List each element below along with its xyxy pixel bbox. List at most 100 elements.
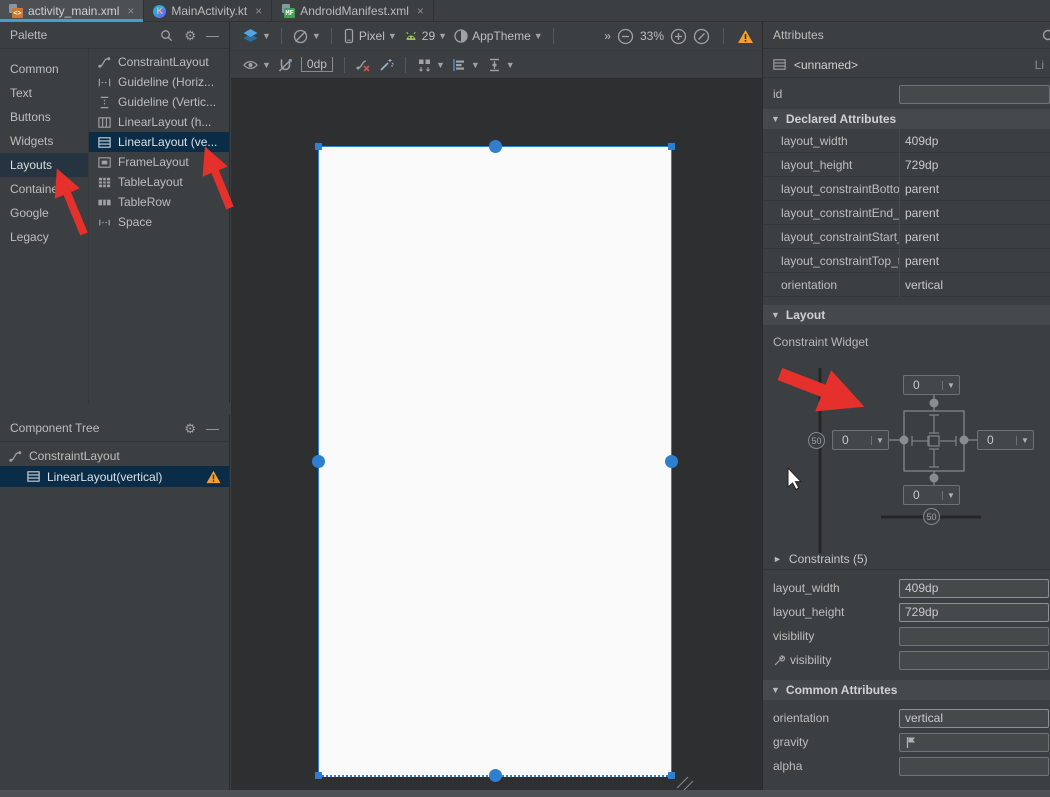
align-selector[interactable]: ▼ xyxy=(448,57,483,73)
resize-handle-bottom-right[interactable] xyxy=(668,772,675,779)
palette-item-tablerow[interactable]: TableRow xyxy=(89,192,229,212)
alpha-input[interactable] xyxy=(899,757,1049,776)
section-constraints[interactable]: ► Constraints (5) xyxy=(763,548,1050,570)
table-row[interactable]: layout_width409dp xyxy=(763,129,1050,153)
guidelines-selector[interactable]: ▼ xyxy=(483,57,518,73)
component-tree-panel: Component Tree ⚙ — ConstraintLayout Line… xyxy=(0,415,230,790)
section-expand-icon[interactable]: ► xyxy=(773,554,782,564)
zoom-in-icon[interactable] xyxy=(670,28,687,45)
category-text[interactable]: Text xyxy=(0,81,88,105)
gear-icon[interactable]: ⚙ xyxy=(184,422,196,435)
category-google[interactable]: Google xyxy=(0,201,88,225)
canvas-resize-corner-icon[interactable] xyxy=(675,775,695,791)
horizontal-bias-slider[interactable]: 50 xyxy=(923,508,940,525)
warnings-panel-icon[interactable] xyxy=(737,29,754,44)
gravity-input[interactable] xyxy=(899,733,1049,752)
table-row[interactable]: layout_constraintStart_parent xyxy=(763,225,1050,249)
close-tab-icon[interactable]: × xyxy=(255,4,262,18)
table-row[interactable]: layout_constraintEnd_tparent xyxy=(763,201,1050,225)
category-buttons[interactable]: Buttons xyxy=(0,105,88,129)
toolbar-overflow-icon[interactable]: » xyxy=(604,29,611,43)
section-declared-attributes[interactable]: ▼ Declared Attributes xyxy=(763,109,1050,129)
tab-activity-main-xml[interactable]: <> activity_main.xml × xyxy=(0,0,144,22)
constraint-anchor-bottom[interactable] xyxy=(489,769,502,782)
search-icon[interactable] xyxy=(159,28,174,43)
autoconnect-toggle[interactable] xyxy=(274,57,297,73)
margin-right-dropdown[interactable]: 0 ▼ xyxy=(977,430,1034,450)
palette-item-guideline-vertical[interactable]: Guideline (Vertic... xyxy=(89,92,229,112)
resize-handle-bottom-left[interactable] xyxy=(315,772,322,779)
section-expand-icon[interactable]: ▼ xyxy=(771,310,780,320)
phone-icon xyxy=(342,28,356,44)
default-margin-control[interactable]: 0dp xyxy=(301,57,333,72)
palette-item-tablelayout[interactable]: TableLayout xyxy=(89,172,229,192)
resize-handle-top-left[interactable] xyxy=(315,143,322,150)
chevron-down-icon[interactable]: ▼ xyxy=(942,491,959,500)
palette-item-guideline-horizontal[interactable]: Guideline (Horiz... xyxy=(89,72,229,92)
clear-constraints-button[interactable] xyxy=(352,57,375,73)
orientation-selector[interactable]: ▼ xyxy=(289,28,324,45)
visibility-input[interactable] xyxy=(899,627,1049,646)
category-widgets[interactable]: Widgets xyxy=(0,129,88,153)
design-mode-selector[interactable]: ▼ xyxy=(239,28,274,44)
table-row[interactable]: layout_constraintBottoparent xyxy=(763,177,1050,201)
category-containers[interactable]: Containers xyxy=(0,177,88,201)
margin-top-dropdown[interactable]: 0 ▼ xyxy=(903,375,960,395)
chevron-down-icon[interactable]: ▼ xyxy=(942,381,959,390)
tools-visibility-input[interactable] xyxy=(899,651,1049,670)
design-canvas-screen[interactable] xyxy=(318,146,672,777)
palette-item-constraintlayout[interactable]: ConstraintLayout xyxy=(89,52,229,72)
constraintlayout-icon xyxy=(97,55,112,70)
flag-icon[interactable] xyxy=(905,736,917,749)
orientation-input[interactable]: vertical xyxy=(899,709,1049,728)
table-row[interactable]: layout_constraintTop_tparent xyxy=(763,249,1050,273)
theme-label: AppTheme xyxy=(472,29,531,43)
resize-handle-top-right[interactable] xyxy=(668,143,675,150)
layout-width-input[interactable]: 409dp xyxy=(899,579,1049,598)
palette-item-linearlayout-vertical[interactable]: LinearLayout (ve... xyxy=(89,132,229,152)
search-icon[interactable] xyxy=(1041,28,1050,44)
id-row: id xyxy=(763,82,1050,106)
gear-icon[interactable]: ⚙ xyxy=(184,29,196,42)
palette-item-linearlayout-horizontal[interactable]: LinearLayout (h... xyxy=(89,112,229,132)
minimize-icon[interactable]: — xyxy=(206,422,219,435)
zoom-to-fit-icon[interactable] xyxy=(693,28,710,45)
zoom-out-icon[interactable] xyxy=(617,28,634,45)
tab-androidmanifest-xml[interactable]: MF AndroidManifest.xml × xyxy=(272,0,434,22)
section-layout[interactable]: ▼ Layout xyxy=(763,305,1050,325)
table-row[interactable]: layout_height729dp xyxy=(763,153,1050,177)
constraint-anchor-right[interactable] xyxy=(665,455,678,468)
margin-left-dropdown[interactable]: 0 ▼ xyxy=(832,430,889,450)
chevron-down-icon[interactable]: ▼ xyxy=(1016,436,1033,445)
close-tab-icon[interactable]: × xyxy=(417,4,424,18)
id-input[interactable] xyxy=(899,85,1050,104)
api-selector[interactable]: 29 ▼ xyxy=(400,29,450,43)
palette-item-space[interactable]: Space xyxy=(89,212,229,232)
theme-selector[interactable]: AppTheme ▼ xyxy=(450,28,546,44)
layout-height-input[interactable]: 729dp xyxy=(899,603,1049,622)
category-common[interactable]: Common xyxy=(0,57,88,81)
section-expand-icon[interactable]: ▼ xyxy=(771,114,780,124)
section-expand-icon[interactable]: ▼ xyxy=(771,685,780,695)
constraint-anchor-left[interactable] xyxy=(312,455,325,468)
minimize-icon[interactable]: — xyxy=(206,29,219,42)
vertical-bias-slider[interactable]: 50 xyxy=(808,432,825,449)
tree-item-constraintlayout[interactable]: ConstraintLayout xyxy=(0,446,229,466)
constraint-anchor-top[interactable] xyxy=(489,140,502,153)
category-layouts[interactable]: Layouts xyxy=(0,153,88,177)
close-tab-icon[interactable]: × xyxy=(127,4,134,18)
section-common-attributes[interactable]: ▼ Common Attributes xyxy=(763,680,1050,700)
palette-item-framelayout[interactable]: FrameLayout xyxy=(89,152,229,172)
view-options[interactable]: ▼ xyxy=(239,57,274,73)
warning-icon[interactable] xyxy=(206,470,221,484)
align-icon xyxy=(451,57,468,73)
category-legacy[interactable]: Legacy xyxy=(0,225,88,249)
margin-bottom-dropdown[interactable]: 0 ▼ xyxy=(903,485,960,505)
infer-constraints-button[interactable] xyxy=(375,57,398,73)
chevron-down-icon[interactable]: ▼ xyxy=(871,436,888,445)
tab-mainactivity-kt[interactable]: K MainActivity.kt × xyxy=(144,0,272,22)
table-row[interactable]: orientationvertical xyxy=(763,273,1050,297)
tree-item-linearlayout-vertical[interactable]: LinearLayout(vertical) xyxy=(0,466,229,487)
device-selector[interactable]: Pixel ▼ xyxy=(339,28,400,44)
pack-selector[interactable]: ▼ xyxy=(413,57,448,73)
